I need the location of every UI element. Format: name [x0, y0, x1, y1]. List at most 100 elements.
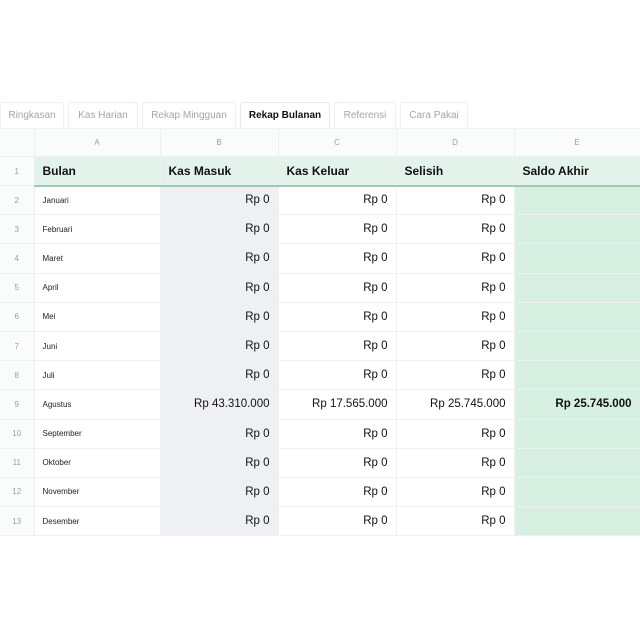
row-number[interactable]: 5: [0, 273, 35, 303]
cell-kas-keluar[interactable]: Rp 17.565.000: [278, 389, 397, 420]
table-row: 2 Januari Rp 0 Rp 0 Rp 0: [0, 185, 640, 216]
cell-bulan[interactable]: November: [34, 477, 161, 508]
tab-referensi[interactable]: Referensi: [334, 102, 396, 128]
cell-bulan[interactable]: Oktober: [34, 448, 161, 478]
select-all-corner[interactable]: [0, 128, 35, 157]
cell-bulan[interactable]: Agustus: [34, 389, 161, 420]
cell-selisih[interactable]: Rp 0: [396, 243, 515, 274]
tab-cara-pakai[interactable]: Cara Pakai: [400, 102, 468, 128]
spreadsheet-grid: A B C D E 1 Bulan Kas Masuk Kas Keluar S…: [0, 128, 640, 537]
cell-bulan[interactable]: September: [34, 419, 161, 449]
cell-bulan[interactable]: Juni: [34, 331, 161, 362]
cell-kas-keluar[interactable]: Rp 0: [278, 360, 397, 391]
column-header-e[interactable]: E: [514, 128, 640, 157]
row-number[interactable]: 6: [0, 302, 35, 332]
tab-rekap-bulanan[interactable]: Rekap Bulanan: [240, 102, 330, 128]
table-row: 12 November Rp 0 Rp 0 Rp 0: [0, 477, 640, 508]
cell-kas-masuk[interactable]: Rp 0: [160, 214, 279, 245]
cell-kas-keluar[interactable]: Rp 0: [278, 243, 397, 274]
cell-saldo-akhir[interactable]: [514, 477, 640, 508]
table-row: 8 Juli Rp 0 Rp 0 Rp 0: [0, 360, 640, 391]
row-number[interactable]: 3: [0, 214, 35, 245]
row-number[interactable]: 12: [0, 477, 35, 508]
cell-kas-masuk[interactable]: Rp 0: [160, 185, 279, 216]
cell-saldo-akhir[interactable]: [514, 448, 640, 478]
cell-bulan[interactable]: Januari: [34, 185, 161, 216]
cell-saldo-akhir[interactable]: [514, 506, 640, 537]
column-header-a[interactable]: A: [34, 128, 161, 157]
cell-bulan[interactable]: Desember: [34, 506, 161, 537]
cell-kas-masuk[interactable]: Rp 0: [160, 448, 279, 478]
row-number[interactable]: 2: [0, 185, 35, 216]
cell-kas-keluar[interactable]: Rp 0: [278, 419, 397, 449]
row-number[interactable]: 13: [0, 506, 35, 537]
header-cell-kas-keluar[interactable]: Kas Keluar: [278, 156, 397, 187]
cell-bulan[interactable]: Maret: [34, 243, 161, 274]
cell-saldo-akhir[interactable]: [514, 243, 640, 274]
cell-saldo-akhir[interactable]: [514, 273, 640, 303]
table-row: 4 Maret Rp 0 Rp 0 Rp 0: [0, 243, 640, 274]
cell-bulan[interactable]: Mei: [34, 302, 161, 332]
cell-kas-masuk[interactable]: Rp 0: [160, 506, 279, 537]
cell-selisih[interactable]: Rp 0: [396, 477, 515, 508]
cell-bulan[interactable]: Juli: [34, 360, 161, 391]
cell-kas-keluar[interactable]: Rp 0: [278, 331, 397, 362]
row-number[interactable]: 1: [0, 156, 35, 186]
cell-kas-masuk[interactable]: Rp 0: [160, 243, 279, 274]
cell-kas-masuk[interactable]: Rp 0: [160, 477, 279, 508]
cell-selisih[interactable]: Rp 0: [396, 214, 515, 245]
row-number[interactable]: 11: [0, 448, 35, 478]
tab-kas-harian[interactable]: Kas Harian: [68, 102, 138, 128]
cell-kas-keluar[interactable]: Rp 0: [278, 477, 397, 508]
cell-kas-masuk[interactable]: Rp 0: [160, 302, 279, 332]
cell-bulan[interactable]: Februari: [34, 214, 161, 245]
cell-selisih[interactable]: Rp 0: [396, 302, 515, 332]
cell-kas-keluar[interactable]: Rp 0: [278, 506, 397, 537]
column-header-row: A B C D E: [0, 128, 640, 157]
column-header-d[interactable]: D: [396, 128, 515, 157]
cell-bulan[interactable]: April: [34, 273, 161, 303]
tab-ringkasan[interactable]: Ringkasan: [0, 102, 64, 128]
cell-selisih[interactable]: Rp 0: [396, 448, 515, 478]
cell-selisih[interactable]: Rp 0: [396, 506, 515, 537]
header-cell-saldo-akhir[interactable]: Saldo Akhir: [514, 156, 640, 187]
row-number[interactable]: 7: [0, 331, 35, 362]
table-header-row: 1 Bulan Kas Masuk Kas Keluar Selisih Sal…: [0, 156, 640, 187]
cell-kas-keluar[interactable]: Rp 0: [278, 214, 397, 245]
cell-selisih[interactable]: Rp 0: [396, 419, 515, 449]
column-header-c[interactable]: C: [278, 128, 397, 157]
row-number[interactable]: 10: [0, 419, 35, 449]
header-cell-selisih[interactable]: Selisih: [396, 156, 515, 187]
cell-saldo-akhir[interactable]: Rp 25.745.000: [514, 389, 640, 420]
column-header-b[interactable]: B: [160, 128, 279, 157]
cell-kas-keluar[interactable]: Rp 0: [278, 302, 397, 332]
cell-kas-masuk[interactable]: Rp 0: [160, 273, 279, 303]
tab-rekap-mingguan[interactable]: Rekap Mingguan: [142, 102, 236, 128]
cell-kas-keluar[interactable]: Rp 0: [278, 273, 397, 303]
cell-selisih[interactable]: Rp 25.745.000: [396, 389, 515, 420]
cell-kas-keluar[interactable]: Rp 0: [278, 185, 397, 216]
cell-kas-masuk[interactable]: Rp 0: [160, 360, 279, 391]
cell-saldo-akhir[interactable]: [514, 302, 640, 332]
cell-saldo-akhir[interactable]: [514, 185, 640, 216]
row-number[interactable]: 9: [0, 389, 35, 420]
cell-saldo-akhir[interactable]: [514, 419, 640, 449]
row-number[interactable]: 8: [0, 360, 35, 391]
table-row: 9 Agustus Rp 43.310.000 Rp 17.565.000 Rp 25.…: [0, 389, 640, 420]
header-cell-kas-masuk[interactable]: Kas Masuk: [160, 156, 279, 187]
cell-kas-masuk[interactable]: Rp 0: [160, 331, 279, 362]
table-row: 3 Februari Rp 0 Rp 0 Rp 0: [0, 214, 640, 245]
cell-kas-masuk[interactable]: Rp 43.310.000: [160, 389, 279, 420]
cell-saldo-akhir[interactable]: [514, 214, 640, 245]
cell-selisih[interactable]: Rp 0: [396, 360, 515, 391]
cell-kas-masuk[interactable]: Rp 0: [160, 419, 279, 449]
cell-saldo-akhir[interactable]: [514, 360, 640, 391]
cell-selisih[interactable]: Rp 0: [396, 273, 515, 303]
row-number[interactable]: 4: [0, 243, 35, 274]
cell-saldo-akhir[interactable]: [514, 331, 640, 362]
table-row: 13 Desember Rp 0 Rp 0 Rp 0: [0, 506, 640, 537]
cell-kas-keluar[interactable]: Rp 0: [278, 448, 397, 478]
cell-selisih[interactable]: Rp 0: [396, 185, 515, 216]
cell-selisih[interactable]: Rp 0: [396, 331, 515, 362]
header-cell-bulan[interactable]: Bulan: [34, 156, 161, 187]
